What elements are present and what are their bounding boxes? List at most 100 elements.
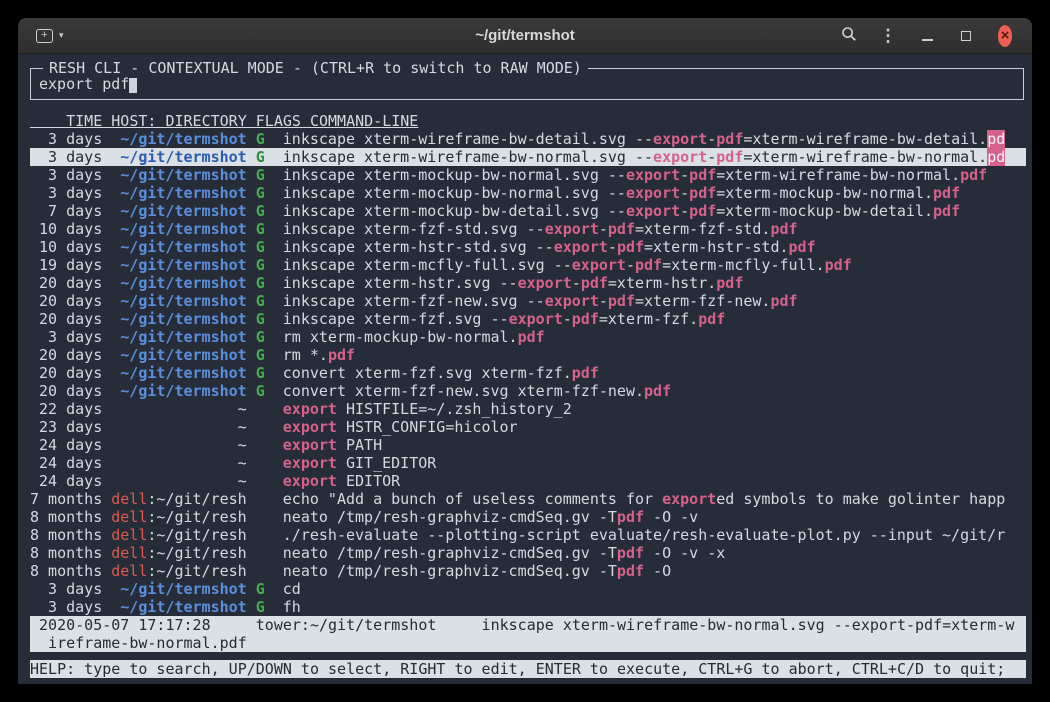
detail-panel: 2020-05-07 17:17:28 tower:~/git/termshot…: [30, 616, 1026, 652]
restore-icon: [961, 31, 971, 41]
menu-button[interactable]: ⋮: [875, 23, 901, 49]
history-row[interactable]: 24 days~export GIT_EDITOR: [30, 454, 1026, 472]
row-command: neato /tmp/resh-graphviz-cmdSeq.gv -Tpdf…: [283, 562, 671, 580]
history-row[interactable]: 24 days ~ export EDITOR: [30, 472, 1026, 490]
row-flags: G: [256, 148, 265, 166]
row-flags: G: [256, 382, 265, 400]
search-input[interactable]: export pdf: [39, 75, 1015, 93]
row-flags: G: [256, 346, 265, 364]
row-host: ~/git/termshot: [111, 580, 246, 598]
history-row[interactable]: 3 days~/git/termshotGinkscape xterm-mock…: [30, 166, 1026, 184]
new-tab-button[interactable]: + ▾: [32, 25, 68, 47]
kebab-menu-icon: ⋮: [880, 26, 897, 46]
history-row[interactable]: 8 monthsdell:~/git/resh./resh-evaluate -…: [30, 526, 1026, 544]
row-host: ~/git/termshot: [111, 202, 246, 220]
row-time: 3 days: [30, 580, 102, 598]
row-host: ~: [111, 454, 246, 472]
history-row[interactable]: 7 days~/git/termshotGinkscape xterm-mock…: [30, 202, 1026, 220]
row-command: inkscape xterm-fzf-std.svg --export-pdf=…: [283, 220, 798, 238]
history-row[interactable]: 20 days~/git/termshotGinkscape xterm-hst…: [30, 274, 1026, 292]
close-button[interactable]: ×: [992, 23, 1018, 49]
row-host: ~/git/termshot: [111, 274, 246, 292]
history-row[interactable]: 20 days~/git/termshotGconvert xterm-fzf-…: [30, 382, 1026, 400]
row-command: cd: [283, 580, 301, 598]
history-row[interactable]: 3 days~/git/termshotGinkscape xterm-mock…: [30, 184, 1026, 202]
row-time: 24 days: [30, 472, 102, 490]
row-time: 7 months: [30, 490, 102, 508]
history-row[interactable]: 20 days~/git/termshotGinkscape xterm-fzf…: [30, 292, 1026, 310]
row-flags: G: [256, 364, 265, 382]
row-flags: G: [256, 598, 265, 616]
row-time: 20 days: [30, 292, 102, 310]
row-host: ~/git/termshot: [111, 256, 246, 274]
row-flags: G: [256, 166, 265, 184]
history-list: 3 days ~/git/termshot Ginkscape xterm-wire…: [30, 130, 1026, 616]
history-row[interactable]: 20 days~/git/termshotGconvert xterm-fzf.…: [30, 364, 1026, 382]
row-time: 8 months: [30, 562, 102, 580]
minimize-button[interactable]: [914, 23, 940, 49]
search-query-text: export pdf: [39, 75, 129, 93]
terminal-window: + ▾ ~/git/termshot ⋮: [18, 18, 1032, 684]
row-flags: G: [256, 220, 265, 238]
history-row[interactable]: 23 days~export HSTR_CONFIG=hicolor: [30, 418, 1026, 436]
row-command: inkscape xterm-hstr.svg --export-pdf=xte…: [283, 274, 744, 292]
history-row[interactable]: 19 days~/git/termshotGinkscape xterm-mcf…: [30, 256, 1026, 274]
history-row[interactable]: 20 days~/git/termshotGinkscape xterm-fzf…: [30, 310, 1026, 328]
row-flags: G: [256, 256, 265, 274]
row-command: inkscape xterm-fzf-new.svg --export-pdf=…: [283, 292, 798, 310]
history-row[interactable]: 22 days~export HISTFILE=~/.zsh_history_2: [30, 400, 1026, 418]
row-command: inkscape xterm-mcfly-full.svg --export-p…: [283, 256, 852, 274]
row-host: ~: [111, 400, 246, 418]
row-time: 10 days: [30, 220, 102, 238]
row-command: convert xterm-fzf-new.svg xterm-fzf-new.…: [283, 382, 671, 400]
row-command: inkscape xterm-mockup-bw-detail.svg --ex…: [283, 202, 960, 220]
row-host: dell:~/git/resh: [111, 508, 246, 526]
row-host: ~/git/termshot: [111, 238, 246, 256]
history-row[interactable]: 3 days~/git/termshotGcd: [30, 580, 1026, 598]
row-time: 20 days: [30, 274, 102, 292]
row-host: dell:~/git/resh: [111, 490, 246, 508]
row-command: rm *.pdf: [283, 346, 355, 364]
row-host: ~/git/termshot: [111, 364, 246, 382]
row-command: inkscape xterm-wireframe-bw-normal.svg -…: [283, 148, 1005, 166]
row-command: export GIT_EDITOR: [283, 454, 437, 472]
history-row[interactable]: 7 months dell:~/git/resh echo "Add a bunch…: [30, 490, 1026, 508]
history-row[interactable]: 8 monthsdell:~/git/reshneato /tmp/resh-g…: [30, 544, 1026, 562]
row-time: 3 days: [30, 328, 102, 346]
history-row[interactable]: 10 days~/git/termshotGinkscape xterm-hst…: [30, 238, 1026, 256]
close-icon: ×: [998, 25, 1012, 47]
row-flags: G: [256, 184, 265, 202]
history-row[interactable]: 24 days~export PATH: [30, 436, 1026, 454]
row-command: convert xterm-fzf.svg xterm-fzf.pdf: [283, 364, 599, 382]
history-row[interactable]: 3 days~/git/termshotGrm xterm-mockup-bw-…: [30, 328, 1026, 346]
row-host: ~/git/termshot: [111, 184, 246, 202]
minimize-icon: [922, 39, 933, 41]
restore-button[interactable]: [953, 23, 979, 49]
history-row[interactable]: 8 monthsdell:~/git/reshneato /tmp/resh-g…: [30, 508, 1026, 526]
search-button[interactable]: [836, 23, 862, 49]
history-row[interactable]: 3 days~/git/termshotGinkscape xterm-wire…: [30, 148, 1026, 166]
row-host: ~: [111, 472, 246, 490]
row-host: ~/git/termshot: [111, 166, 246, 184]
row-command: export EDITOR: [283, 472, 400, 490]
history-row[interactable]: 3 days~/git/termshotGinkscape xterm-wire…: [30, 130, 1026, 148]
history-row[interactable]: 8 monthsdell:~/git/reshneato /tmp/resh-g…: [30, 562, 1026, 580]
row-host: ~/git/termshot: [111, 148, 246, 166]
row-command: echo "Add a bunch of useless comments fo…: [283, 490, 1005, 508]
row-host: dell:~/git/resh: [111, 544, 246, 562]
row-time: 20 days: [30, 310, 102, 328]
detail-line-2: ireframe-bw-normal.pdf: [30, 634, 1026, 652]
history-row[interactable]: 20 days~/git/termshotGrm *.pdf: [30, 346, 1026, 364]
row-time: 3 days: [30, 184, 102, 202]
history-row[interactable]: 3 days~/git/termshotGfh: [30, 598, 1026, 616]
terminal-screen: RESH CLI - CONTEXTUAL MODE - (CTRL+R to …: [18, 54, 1032, 684]
titlebar: + ▾ ~/git/termshot ⋮: [18, 18, 1032, 54]
row-time: 7 days: [30, 202, 102, 220]
history-row[interactable]: 10 days~/git/termshotGinkscape xterm-fzf…: [30, 220, 1026, 238]
detail-line-1: 2020-05-07 17:17:28 tower:~/git/termshot…: [30, 616, 1026, 634]
row-command: fh: [283, 598, 301, 616]
row-flags: G: [256, 238, 265, 256]
titlebar-right: ⋮ ×: [836, 23, 1032, 49]
row-host: ~/git/termshot: [111, 382, 246, 400]
row-host: ~/git/termshot: [111, 346, 246, 364]
